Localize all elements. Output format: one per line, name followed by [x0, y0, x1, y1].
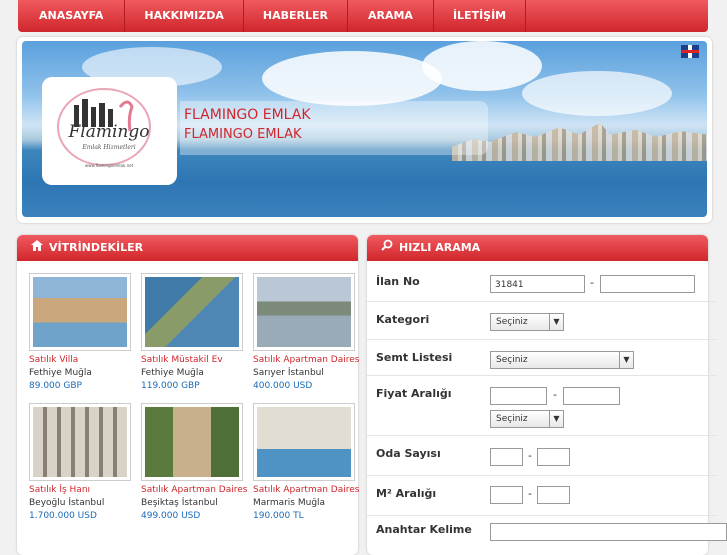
listing-card[interactable]: Satılık Apartman Daires Beşiktaş İstanbu… — [141, 403, 251, 521]
hero-banner: Flamingo Emlak Hizmetleri www.flamingoem… — [17, 37, 712, 223]
uk-flag-icon[interactable] — [681, 45, 699, 58]
price-max-input[interactable] — [563, 387, 620, 405]
ilan-no-input[interactable]: 31841 — [490, 275, 585, 293]
chevron-down-icon: ▼ — [549, 411, 563, 427]
room-max-input[interactable] — [537, 448, 570, 466]
room-min-input[interactable] — [490, 448, 523, 466]
quick-search-title: HIZLI ARAMA — [399, 241, 481, 254]
m2-min-input[interactable] — [490, 486, 523, 504]
keyword-input[interactable] — [490, 523, 727, 541]
top-navigation: ANASAYFA HAKKIMIZDA HABERLER ARAMA İLETİ… — [18, 0, 708, 32]
logo[interactable]: Flamingo Emlak Hizmetleri www.flamingoem… — [42, 77, 177, 185]
nav-arama[interactable]: ARAMA — [348, 0, 434, 32]
showcase-panel: VİTRİNDEKİLER Satılık Villa Fethiye Muğl… — [17, 235, 359, 555]
nav-hakkimizda[interactable]: HAKKIMIZDA — [125, 0, 244, 32]
listing-card[interactable]: Satılık Apartman Daires Marmaris Muğla 1… — [253, 403, 363, 521]
hero-image: Flamingo Emlak Hizmetleri www.flamingoem… — [22, 41, 707, 217]
listing-card[interactable]: Satılık İş Hanı Beyoğlu İstanbul 1.700.0… — [29, 403, 139, 521]
search-icon — [381, 235, 393, 261]
chevron-down-icon: ▼ — [619, 352, 633, 368]
svg-text:www.flamingoemlak.net: www.flamingoemlak.net — [85, 163, 134, 168]
quick-search-panel: HIZLI ARAMA İlan No 31841 - Kategori Seç… — [367, 235, 727, 555]
showcase-title: VİTRİNDEKİLER — [49, 241, 144, 254]
chevron-down-icon: ▼ — [549, 314, 563, 330]
semt-select[interactable]: Seçiniz ▼ — [490, 351, 634, 369]
m2-max-input[interactable] — [537, 486, 570, 504]
listing-card[interactable]: Satılık Apartman Daires Sarıyer İstanbul… — [253, 273, 363, 391]
nav-anasayfa[interactable]: ANASAYFA — [18, 0, 126, 32]
svg-text:Emlak Hizmetleri: Emlak Hizmetleri — [81, 144, 135, 151]
listing-card[interactable]: Satılık Villa Fethiye Muğla 89.000 GBP — [29, 273, 139, 391]
home-icon — [31, 235, 43, 261]
kategori-select[interactable]: Seçiniz ▼ — [490, 313, 564, 331]
logo-text: Flamingo — [68, 122, 150, 142]
currency-select[interactable]: Seçiniz ▼ — [490, 410, 564, 428]
nav-haberler[interactable]: HABERLER — [244, 0, 348, 32]
listing-card[interactable]: Satılık Müstakil Ev Fethiye Muğla 119.00… — [141, 273, 251, 391]
site-subtitle: FLAMINGO EMLAK — [184, 127, 302, 142]
ilan-no-input-2[interactable] — [600, 275, 695, 293]
price-min-input[interactable] — [490, 387, 547, 405]
site-title: FLAMINGO EMLAK — [184, 107, 311, 123]
nav-iletisim[interactable]: İLETİŞİM — [434, 0, 527, 32]
